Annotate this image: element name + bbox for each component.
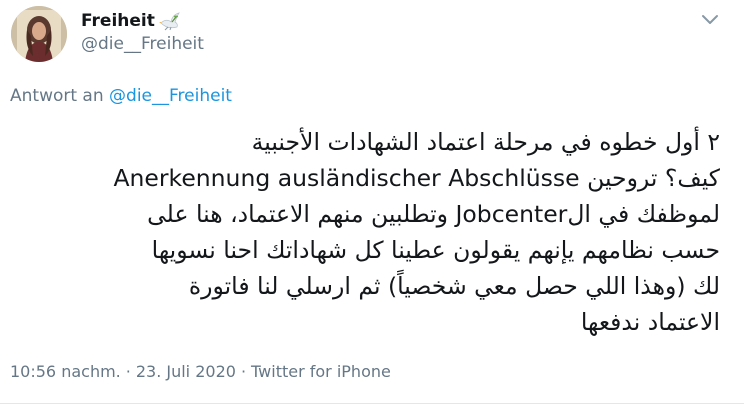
tweet-text-line: لك (وهذا اللي حصل معي شخصياً) ثم ارسلي ل… [188, 272, 720, 300]
author-name-row[interactable]: Freiheit [81, 10, 181, 32]
meta-separator: · [125, 362, 131, 381]
reply-context: Antwort an @die__Freiheit [10, 86, 232, 106]
display-name[interactable]: Freiheit [81, 11, 155, 31]
tweet-text-line: كيف؟ تروحين Anerkennung ausländischer Ab… [113, 164, 720, 192]
reply-mention-link[interactable]: @die__Freiheit [109, 86, 232, 106]
tweet-text: ٢ أول خطوه في مرحلة اعتماد الشهادات الأج… [30, 124, 720, 340]
tweet-text-line: لموظفك في الJobcenter وتطلبين منهم الاعت… [147, 200, 720, 228]
tweet-meta: 10:56 nachm. · 23. Juli 2020 · Twitter f… [10, 362, 391, 381]
author-handle[interactable]: @die__Freiheit [81, 34, 204, 54]
chevron-down-icon [702, 15, 718, 24]
more-options-button[interactable] [693, 8, 727, 32]
reply-prefix: Antwort an [10, 86, 104, 106]
tweet: Freiheit @die__Freiheit Antwort an @die_… [0, 0, 744, 404]
meta-separator: · [240, 362, 247, 381]
dove-emoji-icon [158, 11, 181, 31]
avatar-image [11, 6, 67, 62]
tweet-date-link[interactable]: 23. Juli 2020 [136, 362, 236, 381]
avatar[interactable] [11, 6, 67, 62]
tweet-time-link[interactable]: 10:56 nachm. [10, 362, 121, 381]
tweet-text-line: ٢ أول خطوه في مرحلة اعتماد الشهادات الأج… [251, 128, 720, 156]
tweet-text-line: الاعتماد ندفعها [580, 308, 720, 336]
tweet-text-line: حسب نظامهم يإنهم يقولون عطينا كل شهاداتك… [151, 236, 720, 264]
tweet-source-link[interactable]: Twitter for iPhone [251, 362, 391, 381]
